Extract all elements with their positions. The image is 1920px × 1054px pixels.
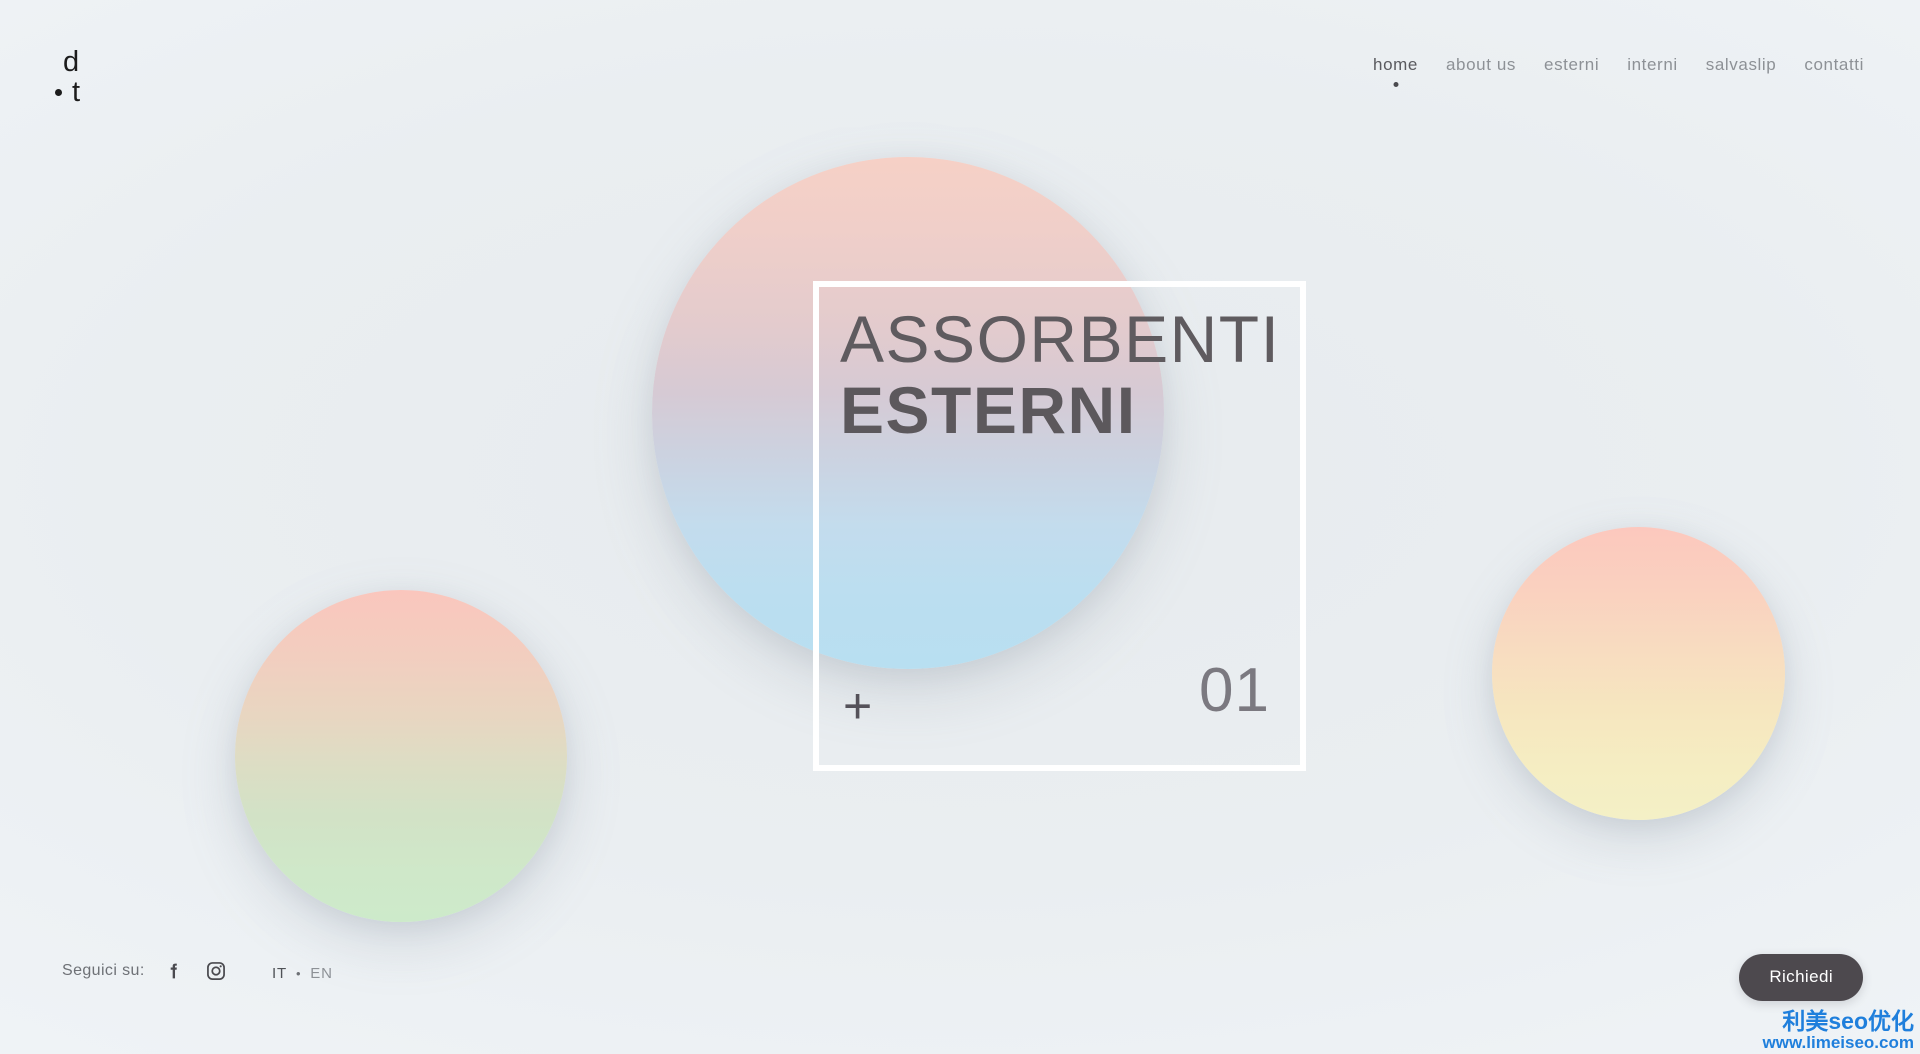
facebook-icon[interactable] [161, 958, 187, 984]
nav-item-interni[interactable]: interni [1627, 56, 1678, 87]
footer-social-group: Seguici su: [62, 958, 229, 984]
nav-item-contatti[interactable]: contatti [1804, 56, 1864, 87]
hero-title-bold: ESTERNI [840, 373, 1137, 448]
site-logo[interactable]: d t [55, 48, 115, 110]
nav-item-home[interactable]: home [1373, 56, 1418, 87]
watermark: 利美seo优化 www.limeiseo.com [1762, 1007, 1914, 1052]
nav-item-about-us[interactable]: about us [1446, 56, 1516, 87]
watermark-line-2: www.limeiseo.com [1762, 1032, 1914, 1052]
logo-letter-d: d [63, 46, 80, 78]
decorative-circle-right [1492, 527, 1785, 820]
language-option-it[interactable]: IT [272, 965, 287, 982]
request-button[interactable]: Richiedi [1739, 954, 1863, 1001]
language-switcher: IT • EN [272, 965, 333, 982]
language-option-en[interactable]: EN [310, 965, 332, 982]
logo-dot-icon [55, 89, 62, 96]
hero-title-block: ASSORBENTI ESTERNI [840, 302, 1281, 448]
follow-label: Seguici su: [62, 962, 145, 979]
hero-title-light: ASSORBENTI [840, 302, 1281, 376]
language-separator: • [295, 966, 302, 981]
decorative-circle-left [235, 590, 567, 922]
hero-slide-index: 01 [1199, 656, 1270, 725]
hero-plus-icon[interactable]: + [843, 681, 872, 731]
logo-letter-t: t [72, 76, 81, 108]
main-navigation: home about us esterni interni salvaslip … [1373, 56, 1864, 87]
logo-bottom-row: t [55, 78, 80, 107]
watermark-line-1: 利美seo优化 [1782, 1007, 1914, 1034]
nav-item-esterni[interactable]: esterni [1544, 56, 1599, 87]
nav-item-salvaslip[interactable]: salvaslip [1706, 56, 1777, 87]
instagram-icon[interactable] [203, 958, 229, 984]
